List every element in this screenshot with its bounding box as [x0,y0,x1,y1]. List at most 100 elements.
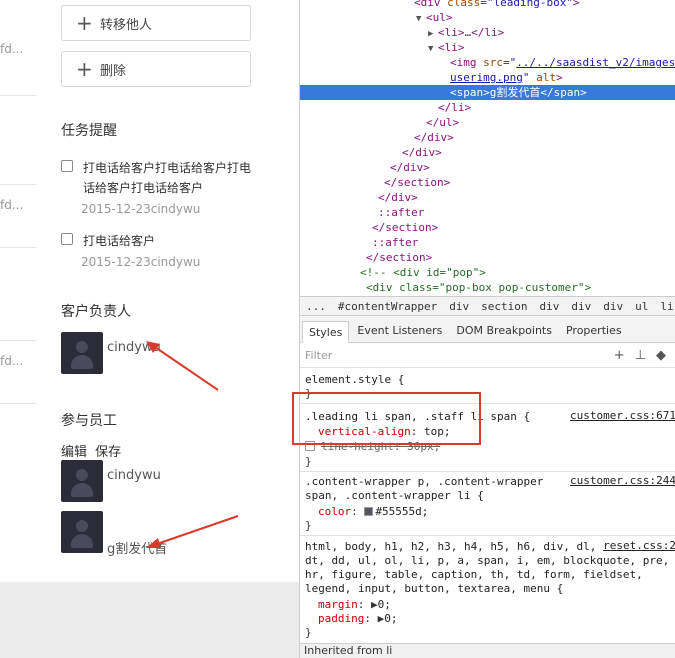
color-format-icon[interactable]: ◆ [656,348,666,363]
edit-link[interactable]: 编辑 [61,445,87,460]
breadcrumb-item[interactable]: ... [300,300,332,313]
staff-member[interactable]: g割发代首 [61,511,167,557]
elements-tree[interactable]: <div class="leading-box"> ▼ <ul> ▶ <li>…</li… [300,0,675,296]
dom-node[interactable]: </section> [300,250,675,265]
dom-node[interactable]: ▼ <li> [300,40,675,55]
dom-node[interactable]: <div class="pop-box pop-customer"> [300,280,675,295]
task-checkbox[interactable] [61,160,73,172]
app-panel: fd... fd... fd... + 转移他人 + 删除 任务提醒 打电话给客… [0,0,299,658]
rule-selector[interactable]: legend, input, button, textarea, menu { [305,582,563,595]
owner-name: cindywu [107,340,161,355]
breadcrumb-item[interactable]: div [565,300,597,313]
dom-node[interactable]: </div> [300,145,675,160]
task-checkbox[interactable] [61,233,73,245]
task-section-title: 任务提醒 [61,123,117,139]
css-property[interactable]: padding [318,612,364,625]
property-toggle[interactable] [305,441,315,451]
task-text: 打电话给客户打电话给客户打电话给客户打电话给客户 [83,161,252,195]
css-value[interactable]: 0; [384,612,397,625]
filter-input[interactable]: Filter [305,349,614,362]
rule-close: } [305,387,312,400]
avatar [61,332,103,374]
rule-selector[interactable]: .content-wrapper p, .content-wrapper [305,475,543,488]
breadcrumb-item[interactable]: #contentWrapper [332,300,443,313]
task-item: 打电话给客户打电话给客户打电话给客户打电话给客户 2015-12-23cindy… [61,158,261,216]
css-value[interactable]: 0; [378,598,391,611]
owner-person[interactable]: cindywu [61,332,161,374]
dom-node[interactable]: </section> [300,175,675,190]
task-item: 打电话给客户 2015-12-23cindywu [61,231,261,269]
task-meta: 2015-12-23cindywu [81,255,201,269]
rule-selector[interactable]: hr, figure, table, caption, th, td, form… [305,568,643,581]
new-rule-icon[interactable]: + [614,348,625,363]
avatar [61,460,103,502]
truncated-label[interactable]: fd... [0,42,40,56]
css-value[interactable]: #55555d; [375,505,428,518]
dom-node[interactable]: userimg.png" alt> [300,70,675,85]
inherited-header: Inherited from li [300,643,675,658]
pin-icon[interactable]: ⊥ [635,348,646,363]
save-link[interactable]: 保存 [95,445,121,460]
dom-node[interactable]: </section> [300,220,675,235]
plus-icon: + [76,57,93,81]
expand-triangle-icon[interactable]: ▶ [371,598,378,611]
staff-member[interactable]: cindywu [61,460,161,502]
rule-source-link[interactable]: customer.css:671 [570,409,675,422]
dom-node[interactable]: ▼ <ul> [300,10,675,25]
color-swatch[interactable] [364,507,374,516]
dom-node[interactable]: <!-- <div id="pop"> [300,265,675,280]
tab-styles[interactable]: Styles [302,321,350,343]
avatar [61,511,103,553]
dom-node[interactable]: ::after [300,205,675,220]
list-strip: fd... fd... fd... [0,0,40,582]
dom-node[interactable]: </ul> [300,115,675,130]
dom-node[interactable]: </div> [300,160,675,175]
breadcrumb-item[interactable]: ul [629,300,654,313]
dom-node[interactable]: <div class="leading-box"> [300,0,675,10]
breadcrumb-item[interactable]: section [475,300,533,313]
footer-bar [0,582,299,658]
staff-member-name: g割发代首 [107,542,168,557]
css-property[interactable]: line-height [321,440,394,453]
css-property[interactable]: color [318,505,351,518]
truncated-label[interactable]: fd... [0,198,40,212]
rule-close: } [305,626,312,639]
transfer-button[interactable]: + 转移他人 [61,5,251,41]
tab-event-listeners[interactable]: Event Listeners [351,320,448,342]
rule-source-link[interactable]: customer.css:244 [570,474,675,487]
rule-selector[interactable]: span, .content-wrapper li { [305,489,484,502]
css-property[interactable]: vertical-align [318,425,411,438]
rule-selector[interactable]: html, body, h1, h2, h3, h4, h5, h6, div,… [305,540,596,553]
breadcrumb-item[interactable]: div [533,300,565,313]
styles-filter: Filter + ⊥ ◆ [300,344,675,368]
devtools-panel: <div class="leading-box"> ▼ <ul> ▶ <li>…</li… [299,0,675,658]
dom-node[interactable]: </li> [300,100,675,115]
breadcrumb-item[interactable]: div [443,300,475,313]
dom-node[interactable]: </div> [300,190,675,205]
staff-member-name: cindywu [107,468,161,483]
breadcrumb-item[interactable]: li [654,300,675,313]
css-value[interactable]: top; [424,425,451,438]
transfer-label: 转移他人 [100,17,153,33]
rule-source-link[interactable]: reset.css:2 [603,539,675,552]
truncated-label[interactable]: fd... [0,354,40,368]
tab-dom-breakpoints[interactable]: DOM Breakpoints [450,320,558,342]
breadcrumb-item[interactable]: div [597,300,629,313]
plus-icon: + [76,11,93,35]
dom-node-selected[interactable]: <span>g割发代首</span> [300,85,675,100]
element-style-selector[interactable]: element.style { [305,373,404,386]
task-meta: 2015-12-23cindywu [81,202,201,216]
staff-actions: 编辑 保存 [61,441,125,460]
dom-node[interactable]: </div> [300,130,675,145]
tab-properties[interactable]: Properties [560,320,628,342]
css-property[interactable]: margin [318,598,358,611]
rule-close: } [305,455,312,468]
rule-selector[interactable]: dt, dd, ul, ol, li, p, a, span, i, em, b… [305,554,669,567]
css-value[interactable]: 30px; [407,440,440,453]
dom-node[interactable]: ▶ <li>…</li> [300,25,675,40]
dom-node[interactable]: ::after [300,235,675,250]
dom-node[interactable]: <img src="../../saasdist_v2/images/ [300,55,675,70]
delete-button[interactable]: + 删除 [61,51,251,87]
staff-section-title: 参与员工 [61,413,117,429]
rule-selector[interactable]: .leading li span, .staff li span { [305,410,530,423]
